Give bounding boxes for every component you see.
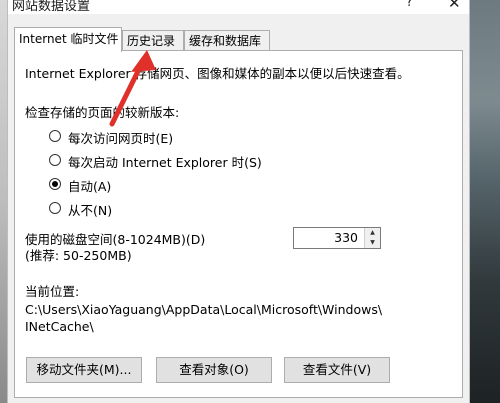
view-objects-button[interactable]: 查看对象(O) xyxy=(156,357,272,383)
background-left-strip xyxy=(0,0,7,403)
spinner-buttons: ▲ ▼ xyxy=(364,228,380,248)
radio-never-label[interactable]: 从不(N) xyxy=(68,200,112,219)
tab-history[interactable]: 历史记录 xyxy=(122,30,184,50)
radio-every-start-label[interactable]: 每次启动 Internet Explorer 时(S) xyxy=(68,152,262,171)
move-folder-button[interactable]: 移动文件夹(M)... xyxy=(26,357,142,383)
dialog-title: 网站数据设置 xyxy=(12,0,91,14)
panel-description: Internet Explorer 存储网页、图像和媒体的副本以便以后快速查看。 xyxy=(25,66,410,81)
spinner-down-icon[interactable]: ▼ xyxy=(365,238,380,248)
check-versions-label: 检查存储的页面的较新版本: xyxy=(25,105,180,120)
disk-space-recommend: (推荐: 50-250MB) xyxy=(25,248,132,263)
radio-never[interactable] xyxy=(49,202,61,214)
current-location-path-line1: C:\Users\XiaoYaguang\AppData\Local\Micro… xyxy=(25,302,383,317)
radio-every-visit-label[interactable]: 每次访问网页时(E) xyxy=(68,128,173,147)
radio-every-visit[interactable] xyxy=(49,130,61,142)
disk-space-value[interactable]: 330 xyxy=(334,230,358,245)
radio-every-start[interactable] xyxy=(49,154,61,166)
tab-internet-temp-files[interactable]: Internet 临时文件 xyxy=(14,27,122,52)
title-bar: 网站数据设置 ? ✕ xyxy=(8,0,469,14)
tab-cache-and-databases[interactable]: 缓存和数据库 xyxy=(184,30,270,50)
help-icon[interactable]: ? xyxy=(406,0,413,10)
radio-automatic-label[interactable]: 自动(A) xyxy=(68,176,111,195)
view-files-button[interactable]: 查看文件(V) xyxy=(284,357,390,383)
radio-selected-dot xyxy=(52,181,58,187)
current-location-path-line2: INetCache\ xyxy=(25,319,94,334)
background-desktop-wallpaper xyxy=(470,0,500,403)
tab-panel: Internet Explorer 存储网页、图像和媒体的副本以便以后快速查看。… xyxy=(14,50,463,398)
radio-automatic[interactable] xyxy=(49,178,61,190)
website-data-settings-dialog: 网站数据设置 ? ✕ Internet 临时文件 历史记录 缓存和数据库 Int… xyxy=(7,0,470,403)
close-icon[interactable]: ✕ xyxy=(448,0,461,12)
current-location-label: 当前位置: xyxy=(25,284,80,299)
disk-space-spinner[interactable]: 330 ▲ ▼ xyxy=(293,227,381,249)
